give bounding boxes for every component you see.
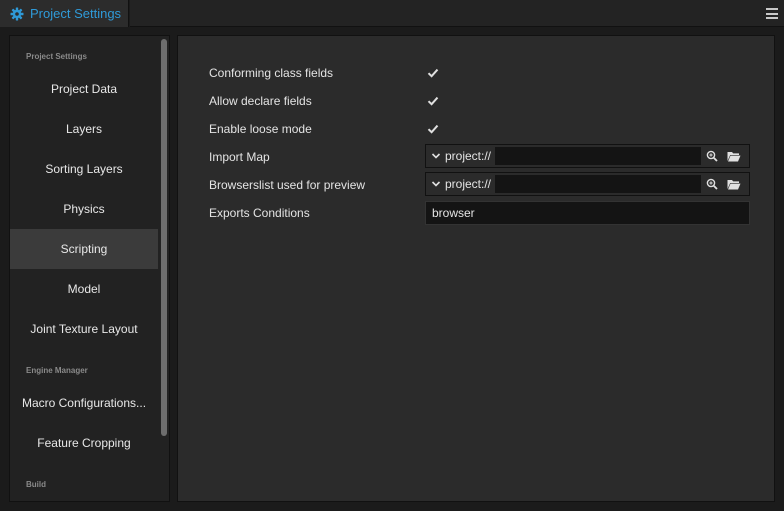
checkbox-enable-loose-mode[interactable] bbox=[426, 122, 440, 136]
settings-panel: Conforming class fields Allow declare fi… bbox=[177, 35, 775, 502]
sidebar-item-layers[interactable]: Layers bbox=[10, 109, 158, 149]
protocol-label: project:// bbox=[445, 177, 492, 191]
folder-open-icon[interactable] bbox=[723, 145, 745, 167]
section-header-build: Build bbox=[26, 480, 46, 489]
chevron-down-icon bbox=[431, 181, 441, 187]
label-import-map: Import Map bbox=[209, 150, 270, 164]
sidebar-scrollbar[interactable] bbox=[161, 39, 167, 436]
gear-icon bbox=[10, 7, 24, 21]
import-map-path-input[interactable] bbox=[495, 147, 702, 165]
tab-bar: Project Settings bbox=[0, 0, 784, 27]
label-enable-loose-mode: Enable loose mode bbox=[209, 122, 312, 136]
tab-bar-empty bbox=[130, 0, 784, 27]
sidebar-item-sorting-layers[interactable]: Sorting Layers bbox=[10, 149, 158, 189]
checkbox-conforming-class-fields[interactable] bbox=[426, 66, 440, 80]
search-icon[interactable] bbox=[701, 145, 723, 167]
sidebar-item-macro-configurations[interactable]: Macro Configurations... bbox=[10, 383, 158, 423]
check-icon bbox=[427, 96, 439, 106]
sidebar-item-scripting[interactable]: Scripting bbox=[10, 229, 158, 269]
protocol-dropdown[interactable]: project:// bbox=[426, 145, 495, 167]
sidebar-item-joint-texture-layout[interactable]: Joint Texture Layout bbox=[10, 309, 158, 349]
asset-field-browserslist: project:// bbox=[425, 172, 750, 196]
section-header-project-settings: Project Settings bbox=[26, 52, 87, 61]
sidebar-item-feature-cropping[interactable]: Feature Cropping bbox=[10, 423, 158, 463]
label-browserslist: Browserslist used for preview bbox=[209, 178, 366, 192]
browserslist-path-input[interactable] bbox=[495, 175, 702, 193]
protocol-label: project:// bbox=[445, 149, 492, 163]
search-icon[interactable] bbox=[701, 173, 723, 195]
chevron-down-icon bbox=[431, 153, 441, 159]
section-header-engine-manager: Engine Manager bbox=[26, 366, 88, 375]
sidebar: Project Settings Project Data Layers Sor… bbox=[9, 35, 170, 502]
label-allow-declare-fields: Allow declare fields bbox=[209, 94, 312, 108]
label-conforming-class-fields: Conforming class fields bbox=[209, 66, 334, 80]
label-exports-conditions: Exports Conditions bbox=[209, 206, 310, 220]
check-icon bbox=[427, 124, 439, 134]
protocol-dropdown[interactable]: project:// bbox=[426, 173, 495, 195]
sidebar-item-model[interactable]: Model bbox=[10, 269, 158, 309]
hamburger-menu-icon[interactable] bbox=[765, 7, 779, 20]
exports-conditions-input[interactable] bbox=[425, 201, 750, 225]
sidebar-item-physics[interactable]: Physics bbox=[10, 189, 158, 229]
sidebar-item-project-data[interactable]: Project Data bbox=[10, 69, 158, 109]
folder-open-icon[interactable] bbox=[723, 173, 745, 195]
check-icon bbox=[427, 68, 439, 78]
tab-project-settings[interactable]: Project Settings bbox=[0, 0, 129, 27]
asset-field-import-map: project:// bbox=[425, 144, 750, 168]
tab-title: Project Settings bbox=[30, 6, 122, 21]
checkbox-allow-declare-fields[interactable] bbox=[426, 94, 440, 108]
